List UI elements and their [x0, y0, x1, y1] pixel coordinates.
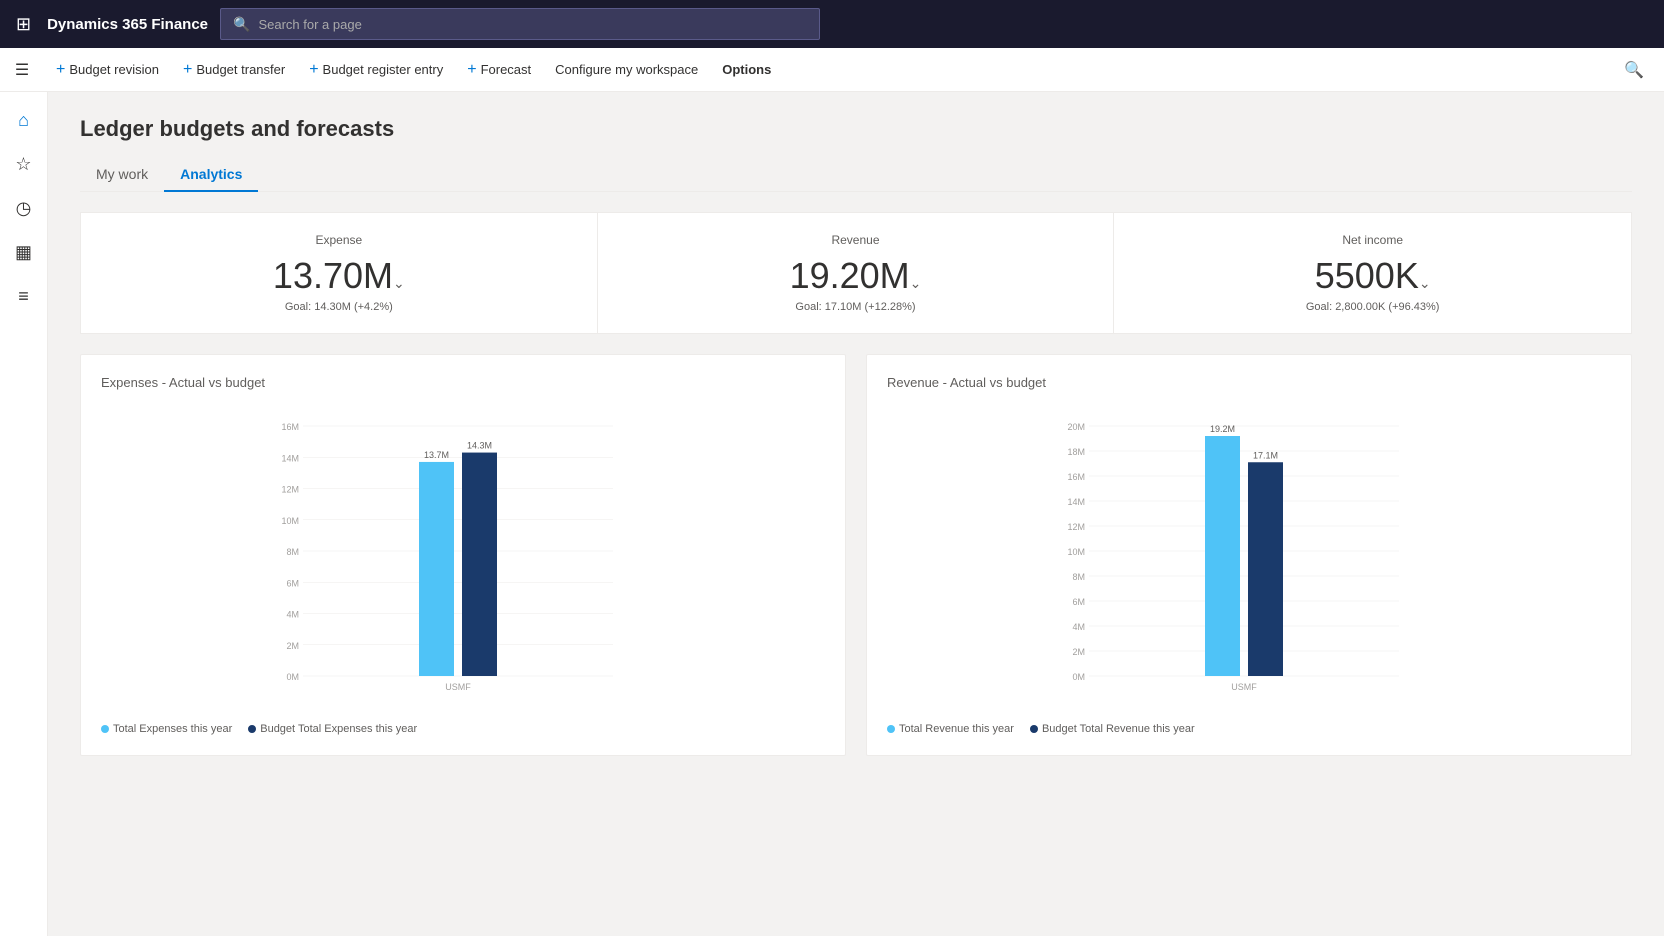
main-content: Ledger budgets and forecasts My workAnal… [48, 92, 1664, 936]
svg-text:12M: 12M [1067, 522, 1085, 532]
legend-dot [248, 725, 256, 733]
nav-item-label: Budget transfer [196, 62, 285, 77]
kpi-label: Net income [1138, 233, 1607, 247]
svg-text:13.7M: 13.7M [424, 450, 449, 460]
page-title: Ledger budgets and forecasts [80, 116, 1632, 142]
chart-title: Revenue - Actual vs budget [887, 375, 1611, 390]
chart-card-0: Expenses - Actual vs budget 16M 14M 12M 10M 8… [80, 354, 846, 756]
svg-text:0M: 0M [286, 672, 299, 682]
nav-item-label: Budget register entry [323, 62, 444, 77]
tab-my-work[interactable]: My work [80, 158, 164, 192]
nav-item-budget-revision[interactable]: + Budget revision [44, 48, 171, 92]
search-icon: 🔍 [1624, 60, 1644, 80]
app-title: Dynamics 365 Finance [47, 16, 208, 33]
kpi-value: 19.20M⌄ [622, 255, 1090, 297]
svg-text:USMF: USMF [1231, 682, 1257, 692]
kpi-card-1: Revenue 19.20M⌄ Goal: 17.10M (+12.28%) [598, 213, 1115, 333]
legend-label: Total Expenses this year [113, 723, 232, 735]
sidebar-item-workspaces[interactable]: ▦ [4, 232, 44, 272]
tab-analytics[interactable]: Analytics [164, 158, 258, 192]
legend-dot [1030, 725, 1038, 733]
legend-item: Total Revenue this year [887, 723, 1014, 735]
svg-text:6M: 6M [1072, 597, 1085, 607]
main-layout: ⌂☆◷▦≡ Ledger budgets and forecasts My wo… [0, 92, 1664, 936]
svg-text:10M: 10M [281, 516, 299, 526]
svg-text:16M: 16M [1067, 472, 1085, 482]
nav-item-label: Forecast [481, 62, 532, 77]
nav-item-label: Budget revision [69, 62, 159, 77]
chart-legend: Total Expenses this year Budget Total Exp… [101, 723, 825, 735]
legend-item: Total Expenses this year [101, 723, 232, 735]
svg-text:2M: 2M [1072, 647, 1085, 657]
legend-label: Budget Total Expenses this year [260, 723, 417, 735]
legend-item: Budget Total Revenue this year [1030, 723, 1195, 735]
search-icon: 🔍 [233, 16, 250, 33]
svg-text:4M: 4M [286, 610, 299, 620]
svg-text:0M: 0M [1072, 672, 1085, 682]
kpi-goal: Goal: 2,800.00K (+96.43%) [1138, 301, 1607, 313]
chart-svg: 20M 18M 16M 14M 12M 10M 8M 6M 4M 2M 0M 19.2M 17.1M US… [887, 406, 1611, 706]
nav-item-configure-my-workspace[interactable]: Configure my workspace [543, 48, 710, 92]
hamburger-icon: ☰ [15, 60, 29, 80]
svg-text:12M: 12M [281, 485, 299, 495]
chart-legend: Total Revenue this year Budget Total Reve… [887, 723, 1611, 735]
chart-title: Expenses - Actual vs budget [101, 375, 825, 390]
search-input[interactable] [258, 17, 807, 32]
sidebar-item-recent[interactable]: ◷ [4, 188, 44, 228]
svg-text:10M: 10M [1067, 547, 1085, 557]
kpi-label: Revenue [622, 233, 1090, 247]
charts-row: Expenses - Actual vs budget 16M 14M 12M 10M 8… [80, 354, 1632, 756]
sidebar-item-modules[interactable]: ≡ [4, 276, 44, 316]
legend-dot [101, 725, 109, 733]
nav-item-budget-transfer[interactable]: + Budget transfer [171, 48, 297, 92]
secondary-nav: ☰ + Budget revision + Budget transfer + Budge… [0, 48, 1664, 92]
kpi-card-0: Expense 13.70M⌄ Goal: 14.30M (+4.2%) [81, 213, 598, 333]
svg-text:17.1M: 17.1M [1253, 450, 1278, 460]
kpi-row: Expense 13.70M⌄ Goal: 14.30M (+4.2%) Revenu… [80, 212, 1632, 334]
plus-icon: + [309, 61, 318, 79]
svg-text:19.2M: 19.2M [1210, 424, 1235, 434]
kpi-value: 5500K⌄ [1138, 255, 1607, 297]
svg-text:6M: 6M [286, 578, 299, 588]
plus-icon: + [56, 61, 65, 79]
sidebar: ⌂☆◷▦≡ [0, 92, 48, 936]
waffle-menu[interactable]: ⊞ [12, 10, 35, 39]
kpi-goal: Goal: 14.30M (+4.2%) [105, 301, 573, 313]
legend-dot [887, 725, 895, 733]
kpi-card-2: Net income 5500K⌄ Goal: 2,800.00K (+96.43%… [1114, 213, 1631, 333]
svg-text:USMF: USMF [445, 682, 471, 692]
top-bar: ⊞ Dynamics 365 Finance 🔍 [0, 0, 1664, 48]
plus-icon: + [183, 61, 192, 79]
svg-text:18M: 18M [1067, 447, 1085, 457]
legend-label: Total Revenue this year [899, 723, 1014, 735]
nav-item-options[interactable]: Options [710, 48, 783, 92]
sidebar-item-home[interactable]: ⌂ [4, 100, 44, 140]
svg-text:8M: 8M [286, 547, 299, 557]
nav-search-button[interactable]: 🔍 [1612, 48, 1656, 92]
tabs: My workAnalytics [80, 158, 1632, 192]
kpi-goal: Goal: 17.10M (+12.28%) [622, 301, 1090, 313]
chart-card-1: Revenue - Actual vs budget 20M 18M 16M 14M 12… [866, 354, 1632, 756]
plus-icon: + [467, 61, 476, 79]
svg-text:4M: 4M [1072, 622, 1085, 632]
nav-item-forecast[interactable]: + Forecast [455, 48, 543, 92]
svg-text:14M: 14M [281, 453, 299, 463]
kpi-label: Expense [105, 233, 573, 247]
svg-text:14M: 14M [1067, 497, 1085, 507]
svg-text:16M: 16M [281, 422, 299, 432]
kpi-value: 13.70M⌄ [105, 255, 573, 297]
nav-item-label: Configure my workspace [555, 62, 698, 77]
svg-text:8M: 8M [1072, 572, 1085, 582]
chart-svg: 16M 14M 12M 10M 8M 6M 4M 2M 0M 13.7M 14.3M USMF [101, 406, 825, 706]
global-search[interactable]: 🔍 [220, 8, 820, 40]
sidebar-item-favorites[interactable]: ☆ [4, 144, 44, 184]
legend-item: Budget Total Expenses this year [248, 723, 417, 735]
legend-label: Budget Total Revenue this year [1042, 723, 1195, 735]
svg-text:20M: 20M [1067, 422, 1085, 432]
svg-text:2M: 2M [286, 641, 299, 651]
svg-text:14.3M: 14.3M [467, 441, 492, 451]
nav-hamburger[interactable]: ☰ [0, 48, 44, 92]
nav-item-label: Options [722, 62, 771, 77]
nav-item-budget-register-entry[interactable]: + Budget register entry [297, 48, 455, 92]
